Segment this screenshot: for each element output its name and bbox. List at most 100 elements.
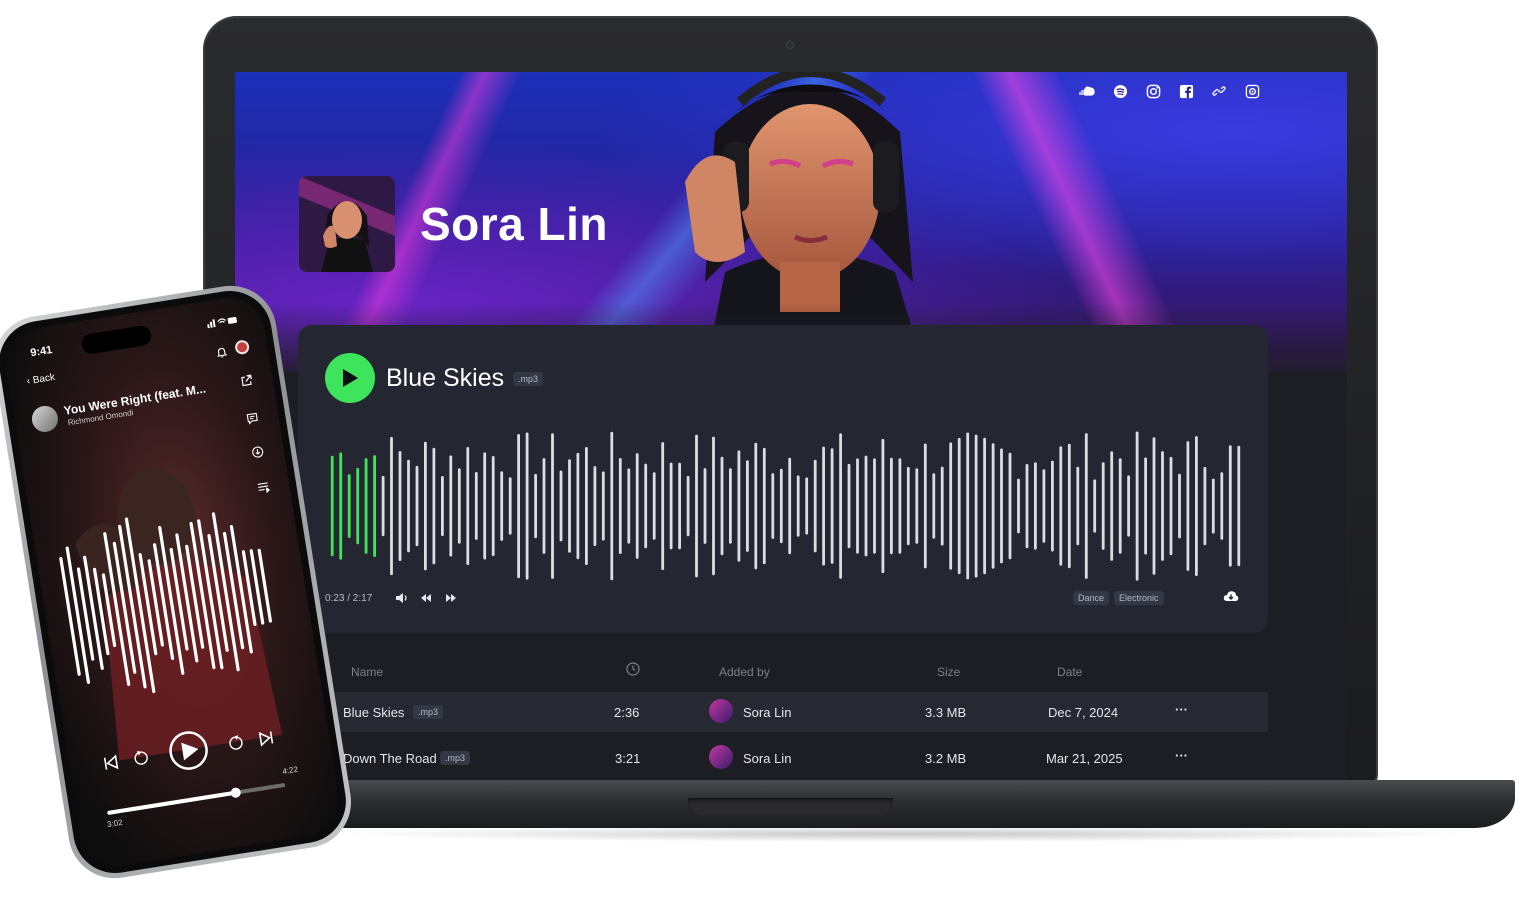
artist-avatar: [299, 176, 395, 272]
table-row[interactable]: Down The Road .mp3 3:21 Sora Lin 3.2 MB …: [298, 738, 1268, 778]
waveform-bar: [534, 473, 537, 539]
waveform-bar: [898, 458, 902, 554]
genre-tag[interactable]: Dance: [1073, 591, 1110, 605]
queue-icon[interactable]: [256, 479, 272, 495]
waveform-bar: [491, 456, 495, 556]
rewind-15-icon[interactable]: [134, 750, 148, 765]
playback-time: 0:23 / 2:17: [325, 593, 373, 604]
track-table-header: Name Added by Size Date: [298, 662, 1268, 682]
soundcloud-icon[interactable]: [1078, 82, 1096, 100]
waveform-bar: [1017, 478, 1020, 534]
col-date[interactable]: Date: [1057, 665, 1082, 679]
waveform-bar: [1178, 473, 1181, 539]
waveform-bar: [788, 457, 792, 555]
waveform-bar: [627, 468, 631, 544]
waveform-bar: [1118, 458, 1122, 554]
waveform-bar: [923, 443, 927, 569]
phone-waveform[interactable]: [52, 496, 283, 706]
waveform-bar: [686, 475, 690, 537]
waveform-bar: [1220, 472, 1224, 540]
waveform-bar: [720, 456, 724, 556]
col-added-by[interactable]: Added by: [719, 665, 770, 679]
added-by-name[interactable]: Sora Lin: [743, 705, 791, 720]
track-name[interactable]: Blue Skies: [343, 705, 404, 720]
waveform-bar: [508, 477, 512, 535]
waveform[interactable]: [328, 431, 1243, 581]
comment-icon[interactable]: [245, 410, 261, 426]
waveform-bar: [466, 447, 470, 565]
waveform-bar: [500, 471, 504, 541]
play-button[interactable]: [325, 353, 375, 403]
play-icon: [343, 369, 358, 387]
waveform-bar: [1144, 457, 1147, 555]
col-name[interactable]: Name: [351, 665, 383, 679]
spotify-icon[interactable]: [1111, 82, 1129, 100]
track-artist-avatar: [30, 404, 60, 434]
phone-progress-knob[interactable]: [229, 787, 242, 799]
link-icon[interactable]: [1210, 82, 1228, 100]
previous-track-icon[interactable]: [103, 754, 119, 770]
waveform-bar: [1161, 451, 1164, 561]
volume-icon[interactable]: [394, 590, 410, 606]
share-icon[interactable]: [239, 373, 255, 389]
phone-progress-bar[interactable]: [107, 782, 286, 816]
next-track-icon[interactable]: [258, 731, 274, 747]
col-size[interactable]: Size: [937, 665, 960, 679]
genre-tag[interactable]: Electronic: [1114, 591, 1164, 605]
waveform-bar: [1195, 436, 1198, 576]
waveform-bar: [652, 472, 656, 540]
waveform-bar: [474, 472, 478, 540]
table-row[interactable]: Blue Skies .mp3 2:36 Sora Lin 3.3 MB Dec…: [298, 692, 1268, 732]
waveform-bar: [957, 437, 961, 575]
instagram-icon[interactable]: [1144, 82, 1162, 100]
waveform-bar: [729, 468, 732, 544]
bell-icon[interactable]: [215, 345, 229, 359]
waveform-bar: [805, 477, 809, 535]
laptop-screen: Sora Lin Blue Skies .mp3 0:23 / 2:17 Dan…: [235, 72, 1347, 782]
waveform-bar: [983, 437, 986, 575]
forward-15-icon[interactable]: [229, 735, 243, 750]
waveform-bar: [1008, 452, 1012, 560]
rewind-icon[interactable]: [418, 590, 434, 606]
waveform-bar: [1152, 437, 1156, 575]
waveform-bar: [381, 475, 385, 537]
phone-progress-fill: [107, 790, 236, 816]
waveform-bar: [966, 432, 970, 580]
avatar: [709, 745, 733, 769]
file-format-badge: .mp3: [513, 372, 544, 386]
laptop-hinge-notch: [688, 798, 893, 816]
waveform-bar: [873, 458, 876, 554]
waveform-bar: [593, 466, 597, 546]
waveform-bar: [890, 457, 893, 555]
clock-icon[interactable]: [626, 662, 640, 679]
cloud-download-icon[interactable]: [1223, 589, 1241, 605]
waveform-bar: [1025, 464, 1029, 549]
download-icon[interactable]: [251, 444, 267, 460]
back-button[interactable]: ‹ Back: [26, 372, 56, 387]
waveform-bar: [1084, 433, 1088, 579]
waveform-bar: [610, 431, 614, 581]
fast-forward-icon[interactable]: [443, 590, 459, 606]
waveform-bar: [864, 455, 868, 557]
phone-play-button[interactable]: [168, 730, 209, 771]
waveform-bar: [839, 433, 842, 579]
user-avatar[interactable]: [234, 339, 251, 356]
genre-tags: Dance Electronic: [1073, 591, 1164, 605]
waveform-bar: [932, 473, 936, 539]
more-options-button[interactable]: ···: [1175, 748, 1188, 763]
file-format-badge: .mp3: [440, 751, 471, 765]
track-name[interactable]: Down The Road: [343, 751, 437, 766]
file-format-badge: .mp3: [413, 705, 444, 719]
file-size: 3.2 MB: [925, 751, 967, 766]
waveform-bar: [390, 436, 393, 576]
waveform-bar: [1135, 431, 1139, 581]
more-options-button[interactable]: ···: [1175, 702, 1188, 717]
added-by-name[interactable]: Sora Lin: [743, 751, 791, 766]
waveform-bar: [796, 475, 800, 537]
settings-icon[interactable]: [1243, 82, 1261, 100]
facebook-icon[interactable]: [1177, 82, 1195, 100]
waveform-bar: [1051, 460, 1054, 552]
waveform-bar: [542, 458, 546, 554]
waveform-bar: [762, 447, 766, 565]
phone-track-title: You Were Right (feat. M...: [62, 381, 207, 418]
